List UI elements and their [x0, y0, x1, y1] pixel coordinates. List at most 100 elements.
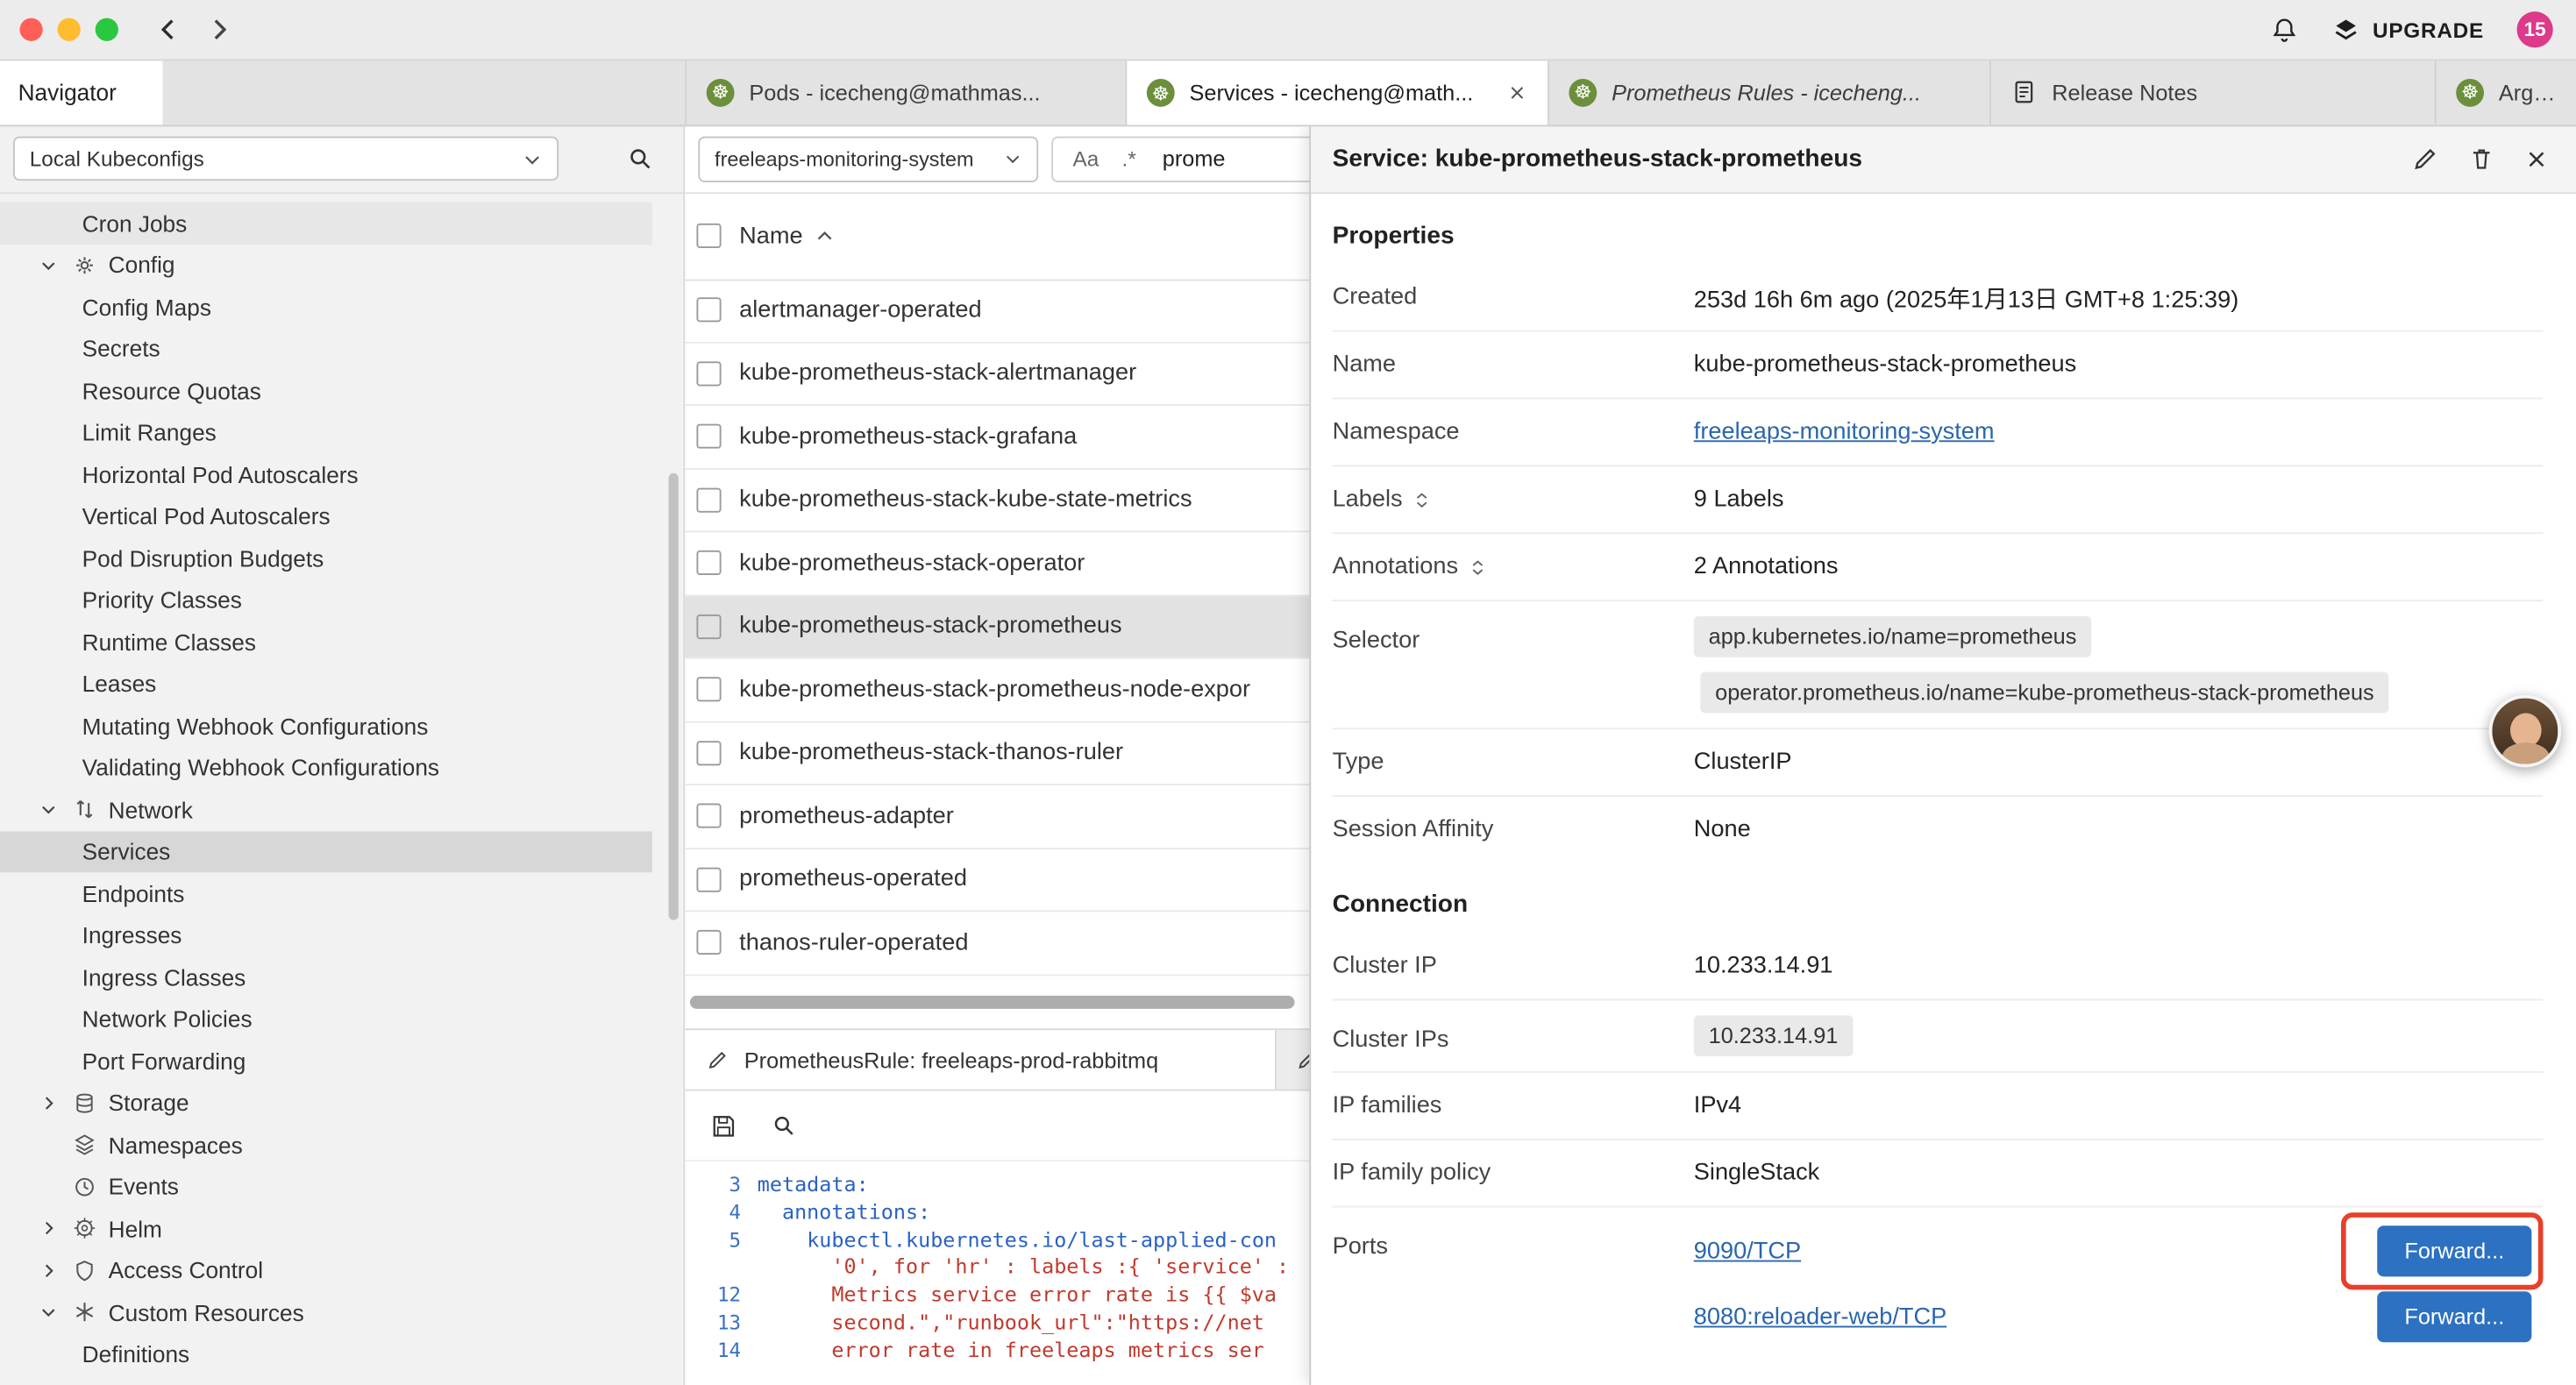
kubernetes-icon: ☸	[2456, 78, 2484, 106]
sidebar-item-namespaces[interactable]: Namespaces	[0, 1124, 652, 1166]
match-case-toggle[interactable]: Aa	[1073, 146, 1099, 171]
sidebar-item-vertical-pod-autoscalers[interactable]: Vertical Pod Autoscalers	[0, 495, 652, 537]
sidebar-item-custom-resources[interactable]: Custom Resources	[0, 1291, 652, 1333]
row-checkbox[interactable]	[696, 930, 721, 955]
detail-label: Created	[1333, 284, 1694, 310]
port-link[interactable]: 8080:reloader-web/TCP	[1694, 1303, 1946, 1330]
sidebar-item-definitions[interactable]: Definitions	[0, 1333, 652, 1375]
sidebar-item-runtime-classes[interactable]: Runtime Classes	[0, 621, 652, 663]
row-checkbox[interactable]	[696, 678, 721, 702]
namespace-link[interactable]: freeleaps-monitoring-system	[1694, 419, 1995, 445]
tab-prometheus-rules-icecheng[interactable]: ☸Prometheus Rules - icecheng...	[1549, 59, 1991, 124]
row-checkbox[interactable]	[696, 487, 721, 512]
zoom-window-button[interactable]	[96, 18, 118, 41]
detail-value: ClusterIP	[1694, 749, 2544, 776]
notifications-bell-icon[interactable]	[2271, 16, 2299, 44]
chevron-down-icon	[523, 149, 542, 168]
sidebar-item-cron-jobs[interactable]: Cron Jobs	[0, 202, 652, 245]
row-checkbox[interactable]	[696, 424, 721, 449]
sidebar-item-services[interactable]: Services	[0, 830, 652, 872]
kubeconfig-selector[interactable]: Local Kubeconfigs	[13, 137, 559, 181]
sidebar-item-limit-ranges[interactable]: Limit Ranges	[0, 412, 652, 454]
tab-navigator[interactable]: Navigator	[0, 59, 162, 124]
sidebar-item-helm[interactable]: Helm	[0, 1208, 652, 1250]
detail-label: Cluster IP	[1333, 953, 1694, 979]
sidebar-item-storage[interactable]: Storage	[0, 1082, 652, 1124]
sidebar-item-leases[interactable]: Leases	[0, 663, 652, 705]
forward-button[interactable]: Forward...	[2377, 1225, 2531, 1276]
sidebar-item-horizontal-pod-autoscalers[interactable]: Horizontal Pod Autoscalers	[0, 453, 652, 495]
detail-label: Session Affinity	[1333, 817, 1694, 843]
port-link[interactable]: 9090/TCP	[1694, 1238, 1801, 1264]
close-tab-icon[interactable]	[1506, 82, 1527, 103]
save-icon[interactable]	[709, 1112, 737, 1140]
chevron-down-icon	[39, 1303, 72, 1322]
tab-services-icecheng-math[interactable]: ☸Services - icecheng@math...	[1127, 59, 1549, 124]
minimize-window-button[interactable]	[58, 18, 81, 41]
name-column-header[interactable]: Name	[739, 223, 834, 249]
sidebar-item-config-maps[interactable]: Config Maps	[0, 286, 652, 328]
detail-label: IP families	[1333, 1092, 1694, 1119]
code-segment: kubectl.kubernetes.io/last-applied-con	[807, 1226, 1277, 1251]
row-checkbox[interactable]	[696, 550, 721, 575]
tab-pods-icecheng-mathmas[interactable]: ☸Pods - icecheng@mathmas...	[687, 59, 1127, 124]
sidebar-item-validating-webhook-configurations[interactable]: Validating Webhook Configurations	[0, 747, 652, 789]
row-checkbox[interactable]	[696, 298, 721, 323]
back-button[interactable]	[154, 15, 184, 45]
row-checkbox[interactable]	[696, 867, 721, 891]
detail-label: Name	[1333, 352, 1694, 378]
tab-label: Services - icecheng@math...	[1190, 81, 1474, 105]
close-drawer-icon[interactable]	[2523, 146, 2550, 172]
sort-toggle-icon[interactable]	[1468, 556, 1486, 577]
namespace-selector[interactable]: freeleaps-monitoring-system	[698, 136, 1038, 181]
sidebar-item-events[interactable]: Events	[0, 1166, 652, 1208]
upgrade-button[interactable]: UPGRADE	[2331, 15, 2484, 45]
forward-button[interactable]	[203, 15, 233, 45]
sidebar-item-label: Storage	[109, 1090, 189, 1116]
sidebar-item-secrets[interactable]: Secrets	[0, 328, 652, 370]
sidebar-item-ingress-classes[interactable]: Ingress Classes	[0, 956, 652, 998]
sidebar-item-config[interactable]: Config	[0, 244, 652, 286]
line-number: 12	[685, 1282, 757, 1309]
sidebar-item-access-control[interactable]: Access Control	[0, 1249, 652, 1291]
table-horizontal-scrollbar[interactable]	[690, 996, 1295, 1009]
row-checkbox[interactable]	[696, 614, 721, 639]
sidebar-item-mutating-webhook-configurations[interactable]: Mutating Webhook Configurations	[0, 705, 652, 747]
service-name: kube-prometheus-stack-grafana	[739, 423, 1077, 450]
sidebar-item-network[interactable]: Network	[0, 789, 652, 831]
notification-count-badge[interactable]: 15	[2517, 11, 2553, 47]
forward-button-wrap: Forward...	[2377, 1225, 2531, 1276]
sidebar-item-pod-disruption-budgets[interactable]: Pod Disruption Budgets	[0, 537, 652, 579]
sidebar-item-endpoints[interactable]: Endpoints	[0, 872, 652, 914]
regex-toggle[interactable]: .*	[1122, 146, 1136, 171]
row-checkbox[interactable]	[696, 804, 721, 828]
titlebar-right: UPGRADE 15	[2271, 11, 2553, 47]
tab-label: Argo Se	[2499, 80, 2557, 104]
sidebar-item-label: Custom Resources	[109, 1299, 304, 1325]
delete-trash-icon[interactable]	[2467, 145, 2495, 173]
row-checkbox[interactable]	[696, 741, 721, 765]
sidebar-item-resource-quotas[interactable]: Resource Quotas	[0, 370, 652, 412]
select-all-checkbox[interactable]	[696, 224, 721, 248]
doc-icon	[2010, 79, 2037, 105]
tab-release-notes[interactable]: Release Notes	[1991, 59, 2437, 124]
forward-button[interactable]: Forward...	[2377, 1291, 2531, 1342]
edit-pencil-icon[interactable]	[2412, 145, 2440, 173]
sort-toggle-icon[interactable]	[1413, 489, 1431, 510]
sidebar-scrollbar[interactable]	[669, 473, 679, 920]
editor-search-icon[interactable]	[771, 1112, 797, 1139]
sidebar-item-port-forwarding[interactable]: Port Forwarding	[0, 1040, 652, 1082]
row-checkbox[interactable]	[696, 361, 721, 386]
forward-button-wrap: Forward...	[2377, 1291, 2531, 1342]
sidebar-item-priority-classes[interactable]: Priority Classes	[0, 579, 652, 621]
line-number: 5	[685, 1226, 757, 1254]
user-avatar-bubble[interactable]	[2489, 695, 2561, 767]
sidebar-item-network-policies[interactable]: Network Policies	[0, 998, 652, 1041]
tab-argo-se[interactable]: ☸ Argo Se	[2437, 59, 2576, 124]
sidebar-search-icon[interactable]	[626, 145, 654, 173]
close-window-button[interactable]	[19, 18, 42, 41]
dock-tab-prometheusrule[interactable]: PrometheusRule: freeleaps-prod-rabbitmq	[685, 1030, 1277, 1089]
code-text: kubectl.kubernetes.io/last-applied-con	[758, 1226, 1277, 1254]
detail-label: Selector	[1333, 601, 1694, 654]
sidebar-item-ingresses[interactable]: Ingresses	[0, 914, 652, 956]
